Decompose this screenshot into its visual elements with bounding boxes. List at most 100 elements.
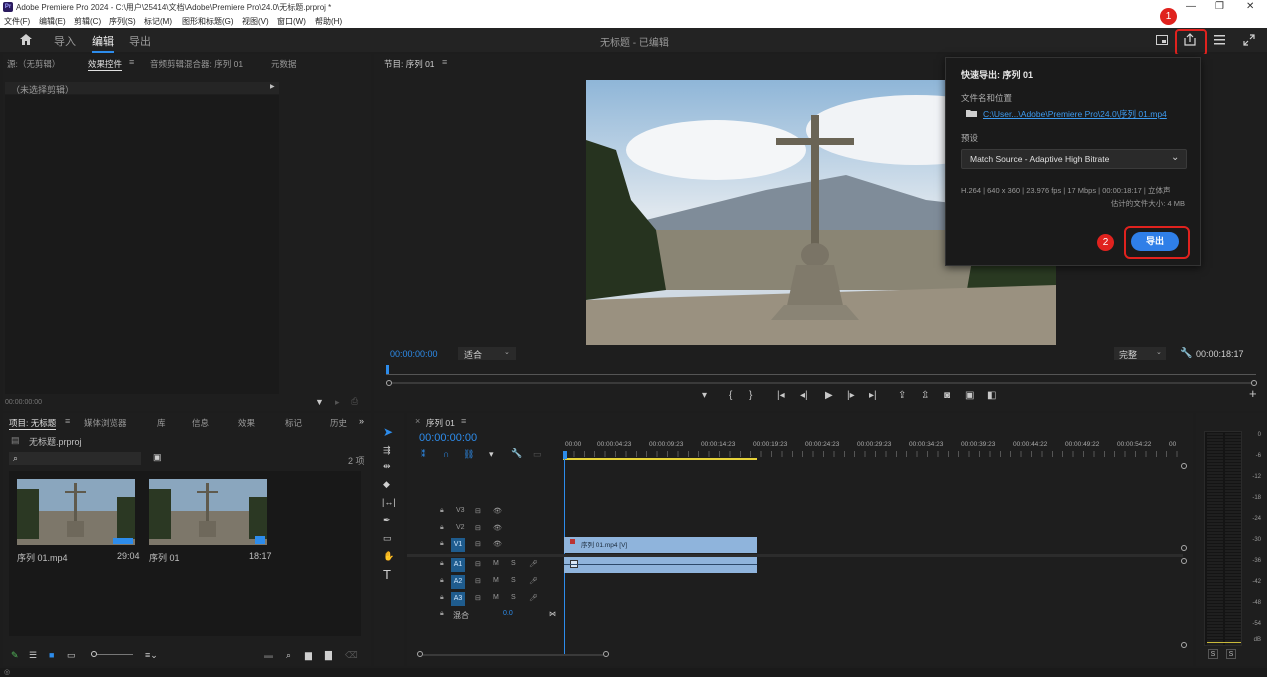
playhead-marker[interactable]: [386, 365, 389, 374]
close-tab-icon[interactable]: ×: [415, 416, 420, 426]
solo-icon[interactable]: S: [511, 560, 516, 567]
lock-icon[interactable]: 🔒︎: [440, 560, 444, 568]
menu-graphics[interactable]: 图形和标题(G): [182, 16, 234, 27]
mute-icon[interactable]: M: [493, 577, 499, 584]
pen-tool-icon[interactable]: ✒: [383, 515, 391, 526]
volume-line[interactable]: [564, 564, 757, 565]
sync-lock-icon[interactable]: ⊟: [475, 507, 481, 515]
scroll-handle[interactable]: [1181, 545, 1187, 551]
sort-icon[interactable]: ≡⌄: [145, 650, 158, 661]
sync-lock-icon[interactable]: ⊟: [475, 594, 481, 602]
menu-file[interactable]: 文件(F): [4, 16, 30, 27]
new-bin-icon[interactable]: ▆: [305, 650, 312, 661]
find-icon[interactable]: ⌕: [286, 650, 291, 661]
ripple-edit-tool-icon[interactable]: ⇹: [383, 461, 391, 472]
go-to-in-icon[interactable]: |◂: [777, 390, 785, 402]
timeline-timecode[interactable]: 00:00:00:00: [419, 432, 477, 444]
razor-tool-icon[interactable]: ◆: [383, 479, 390, 490]
camera-icon[interactable]: ◙: [944, 390, 950, 402]
snap-icon[interactable]: ∩: [443, 449, 449, 459]
scroll-handle[interactable]: [1181, 642, 1187, 648]
play-icon[interactable]: ▶: [825, 390, 833, 402]
track-select-tool-icon[interactable]: ⇶: [383, 445, 391, 456]
eye-icon[interactable]: 👁︎: [493, 507, 502, 515]
mark-in-icon[interactable]: {: [729, 390, 732, 402]
fit-dropdown[interactable]: 适合 ⌄: [458, 347, 516, 360]
go-to-out-icon[interactable]: ▸|: [869, 390, 877, 402]
freeform-view-icon[interactable]: ▭: [67, 650, 76, 661]
eye-icon[interactable]: 👁︎: [493, 540, 502, 548]
tab-audio-mixer[interactable]: 音频剪辑混合器: 序列 01: [150, 58, 243, 70]
close-button[interactable]: ✕: [1246, 1, 1254, 12]
sync-lock-icon[interactable]: ⊟: [475, 524, 481, 532]
tab-project[interactable]: 项目: 无标题: [9, 417, 57, 430]
wrench-icon[interactable]: 🔧: [1180, 348, 1192, 359]
solo-right-button[interactable]: S: [1226, 649, 1236, 659]
lock-icon[interactable]: 🔒︎: [440, 524, 444, 532]
selection-tool-icon[interactable]: ➤: [383, 425, 393, 439]
track-label[interactable]: A2: [451, 575, 465, 589]
tab-info[interactable]: 信息: [192, 417, 209, 429]
pencil-icon[interactable]: ✎: [11, 650, 19, 661]
workspaces-menu-icon[interactable]: [1214, 35, 1225, 45]
file-path-link[interactable]: C:\User...\Adobe\Premiere Pro\24.0\序列 01…: [983, 108, 1167, 120]
maximize-button[interactable]: ❐: [1215, 1, 1224, 12]
menu-window[interactable]: 窗口(W): [277, 16, 306, 27]
menu-clip[interactable]: 剪辑(C): [74, 16, 101, 27]
sync-lock-icon[interactable]: ⊟: [475, 540, 481, 548]
video-clip[interactable]: 序列 01.mp4 [V]: [564, 537, 757, 553]
mix-value[interactable]: 0.0: [503, 610, 513, 617]
add-marker-icon[interactable]: ▾: [702, 390, 707, 402]
tab-effect-controls[interactable]: 效果控件: [88, 58, 123, 71]
tab-program[interactable]: 节目: 序列 01: [384, 58, 435, 70]
lock-icon[interactable]: 🔒︎: [440, 594, 444, 602]
tab-metadata[interactable]: 元数据: [271, 58, 297, 70]
expand-arrow-icon[interactable]: ▶: [270, 83, 275, 90]
sync-lock-icon[interactable]: ⊟: [475, 560, 481, 568]
extract-icon[interactable]: ⇫: [921, 390, 929, 402]
sync-lock-icon[interactable]: ⊟: [475, 577, 481, 585]
add-marker-icon[interactable]: ▾: [489, 449, 494, 460]
icon-view-icon[interactable]: ■: [49, 650, 54, 660]
linked-selection-icon[interactable]: ⛓: [463, 449, 474, 460]
lock-icon[interactable]: 🔒︎: [440, 577, 444, 585]
track-label[interactable]: A1: [451, 558, 465, 572]
lock-icon[interactable]: 🔒︎: [440, 507, 444, 515]
scroll-handle[interactable]: [1181, 558, 1187, 564]
new-bin-from-search-icon[interactable]: ▣: [153, 452, 162, 463]
timeline-menu-icon[interactable]: ≡: [461, 416, 466, 426]
search-input[interactable]: ⌕: [9, 452, 141, 465]
eye-icon[interactable]: 👁︎: [493, 524, 502, 532]
lock-icon[interactable]: 🔒︎: [440, 540, 444, 548]
button-editor-icon[interactable]: +: [1249, 387, 1257, 400]
hand-tool-icon[interactable]: ✋: [383, 551, 394, 562]
mic-icon[interactable]: 🎤︎: [529, 577, 538, 585]
menu-edit[interactable]: 编辑(E): [39, 16, 66, 27]
menu-sequence[interactable]: 序列(S): [109, 16, 136, 27]
tab-effects[interactable]: 效果: [238, 417, 255, 429]
quality-dropdown[interactable]: 完整 ⌄: [1114, 347, 1166, 360]
slip-tool-icon[interactable]: |↔|: [382, 497, 396, 507]
program-scrubber[interactable]: [386, 374, 1256, 375]
zoom-bar[interactable]: [392, 382, 1252, 384]
tab-edit[interactable]: 编辑: [92, 33, 114, 53]
project-item-thumb[interactable]: [149, 479, 267, 545]
tab-history[interactable]: 历史: [330, 417, 347, 429]
solo-icon[interactable]: S: [511, 594, 516, 601]
list-view-icon[interactable]: ☰: [29, 650, 37, 661]
menu-view[interactable]: 视图(V): [242, 16, 269, 27]
lift-icon[interactable]: ⇪: [898, 390, 906, 402]
program-menu-icon[interactable]: ≡: [442, 57, 447, 67]
new-item-icon[interactable]: ▇: [325, 650, 332, 661]
mic-icon[interactable]: 🎤︎: [529, 560, 538, 568]
menu-help[interactable]: 帮助(H): [315, 16, 342, 27]
tab-import[interactable]: 导入: [54, 33, 76, 49]
timeline-settings-icon[interactable]: 🔧: [511, 448, 522, 459]
tab-markers[interactable]: 标记: [285, 417, 302, 429]
more-panels-icon[interactable]: »: [359, 416, 364, 426]
step-forward-icon[interactable]: |▸: [847, 390, 855, 402]
tab-export[interactable]: 导出: [129, 33, 151, 49]
minimize-button[interactable]: —: [1186, 1, 1196, 12]
mic-icon[interactable]: 🎤︎: [529, 594, 538, 602]
project-item-thumb[interactable]: [17, 479, 135, 545]
